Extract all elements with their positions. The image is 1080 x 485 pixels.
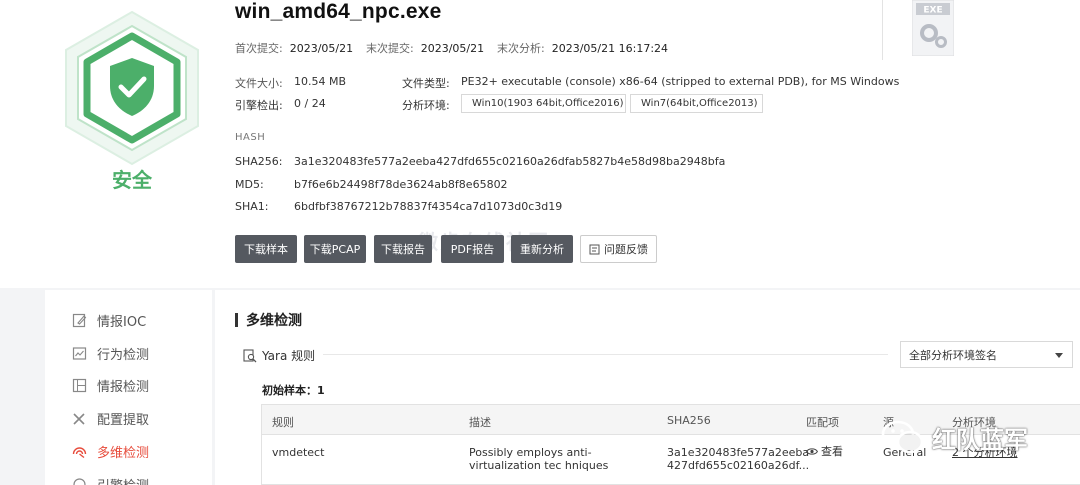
- pdf-report-button[interactable]: PDF报告: [441, 235, 504, 263]
- file-type-label: 文件类型:: [402, 77, 450, 90]
- engine-label: 引擎检出:: [235, 99, 283, 112]
- first-submit-value: 2023/05/21: [289, 42, 354, 55]
- col-desc: 描述: [469, 416, 491, 429]
- layout-icon: [72, 378, 87, 393]
- last-submit: 末次提交: 2023/05/21: [366, 40, 484, 56]
- file-size-value: 10.54 MB: [294, 75, 347, 88]
- search-doc-icon: [243, 348, 257, 362]
- safe-shield-badge: [65, 10, 199, 166]
- sidebar-item-engine[interactable]: 引擎检测: [72, 474, 149, 485]
- file-type-value: PE32+ executable (console) x86-64 (strip…: [461, 75, 900, 88]
- radar-icon: [72, 444, 87, 459]
- sidebar: 情报IOC 行为检测 情报检测 配置提取 多维检测 引擎检测: [45, 290, 212, 485]
- env-chip-win10[interactable]: Win10(1903 64bit,Office2016): [461, 94, 626, 113]
- view-label: 查看: [821, 445, 843, 458]
- engine-value: 0 / 24: [294, 97, 326, 110]
- sidebar-item-label: 多维检测: [97, 445, 150, 461]
- sidebar-item-label: 引擎检测: [97, 475, 149, 485]
- sidebar-item-intel[interactable]: 情报检测: [72, 375, 149, 395]
- cell-rule: vmdetect: [272, 446, 325, 459]
- engine-icon: [72, 477, 87, 485]
- md5-value[interactable]: b7f6e6b24498f78de3624ab8f8e65802: [294, 178, 508, 191]
- reanalyze-button[interactable]: 重新分析: [511, 235, 573, 263]
- last-analysis-label: 末次分析:: [497, 42, 545, 55]
- sha256-value[interactable]: 3a1e320483fe577a2eeba427dfd655c02160a26d…: [294, 155, 725, 168]
- feedback-label: 问题反馈: [604, 243, 648, 256]
- sidebar-item-label: 情报检测: [97, 379, 150, 395]
- chart-icon: [72, 346, 87, 361]
- file-name: win_amd64_npc.exe: [235, 0, 442, 23]
- select-value: 全部分析环境签名: [909, 348, 997, 362]
- env-label: 分析环境:: [402, 99, 450, 112]
- env-signature-select[interactable]: 全部分析环境签名: [900, 341, 1073, 368]
- tools-icon: [72, 411, 87, 426]
- feedback-button[interactable]: 问题反馈: [580, 235, 657, 263]
- cell-sha256[interactable]: 3a1e320483fe577a2eeba 427dfd655c02160a26…: [667, 446, 809, 472]
- file-size-label: 文件大小:: [235, 77, 283, 90]
- sidebar-item-behavior[interactable]: 行为检测: [72, 343, 149, 363]
- section-title: 多维检测: [246, 313, 302, 329]
- col-match: 匹配项: [806, 416, 839, 429]
- initial-sample-label: 初始样本：: [262, 384, 317, 397]
- first-submit: 首次提交: 2023/05/21: [235, 40, 353, 56]
- download-report-button[interactable]: 下载报告: [374, 235, 432, 263]
- last-analysis-value: 2023/05/21 16:17:24: [551, 42, 669, 55]
- last-analysis: 末次分析: 2023/05/21 16:17:24: [497, 40, 668, 56]
- watermark-text: 红队蓝军: [932, 425, 1028, 454]
- header-divider: [882, 0, 883, 60]
- wechat-icon: [881, 420, 924, 454]
- env-chip-win7[interactable]: Win7(64bit,Office2013): [630, 94, 763, 113]
- download-pcap-button[interactable]: 下载PCAP: [304, 235, 366, 263]
- col-rule: 规则: [272, 416, 294, 429]
- sha1-label: SHA1:: [235, 200, 269, 213]
- env-chip-win7-label: Win7(64bit,Office2013): [641, 98, 758, 109]
- sha1-value[interactable]: 6bdfbf38767212b78837f4354ca7d1073d0c3d19: [294, 200, 562, 213]
- download-sample-button[interactable]: 下载样本: [235, 235, 297, 263]
- first-submit-label: 首次提交:: [235, 42, 283, 55]
- sidebar-item-label: 行为检测: [97, 347, 150, 363]
- cell-desc: Possibly employs anti-virtualization tec…: [469, 446, 609, 472]
- hash-title: HASH: [235, 132, 266, 143]
- edit-doc-icon: [72, 313, 87, 328]
- verdict-label: 安全: [112, 168, 152, 192]
- exe-icon-label: EXE: [923, 6, 942, 16]
- sidebar-item-multidim[interactable]: 多维检测: [72, 441, 149, 461]
- chevron-down-icon: [1055, 353, 1063, 358]
- md5-label: MD5:: [235, 178, 264, 191]
- view-link[interactable]: 查看: [806, 445, 843, 458]
- file-summary-panel: 安全 win_amd64_npc.exe 首次提交: 2023/05/21 末次…: [0, 0, 1080, 288]
- sidebar-item-config[interactable]: 配置提取: [72, 408, 149, 428]
- section-accent-bar: [235, 313, 238, 327]
- initial-sample: 初始样本：1: [262, 382, 325, 398]
- exe-file-icon: EXE: [912, 0, 954, 56]
- sidebar-item-label: 情报IOC: [97, 314, 147, 330]
- yara-label: Yara 规则: [262, 349, 316, 363]
- last-submit-label: 末次提交:: [366, 42, 414, 55]
- file-size: 文件大小:: [235, 75, 283, 91]
- last-submit-value: 2023/05/21: [420, 42, 485, 55]
- wechat-watermark: 红队蓝军: [880, 418, 1028, 456]
- initial-sample-count: 1: [317, 384, 325, 397]
- yara-header: Yara 规则: [243, 347, 315, 364]
- feedback-icon: [589, 244, 600, 254]
- eye-icon: [806, 448, 818, 455]
- sha256-label: SHA256:: [235, 155, 283, 168]
- sidebar-item-label: 配置提取: [97, 412, 150, 428]
- env-chip-win10-label: Win10(1903 64bit,Office2016): [472, 98, 624, 109]
- sidebar-item-ioc[interactable]: 情报IOC: [72, 310, 146, 330]
- col-sha256: SHA256: [667, 414, 711, 427]
- yara-divider: [323, 354, 888, 355]
